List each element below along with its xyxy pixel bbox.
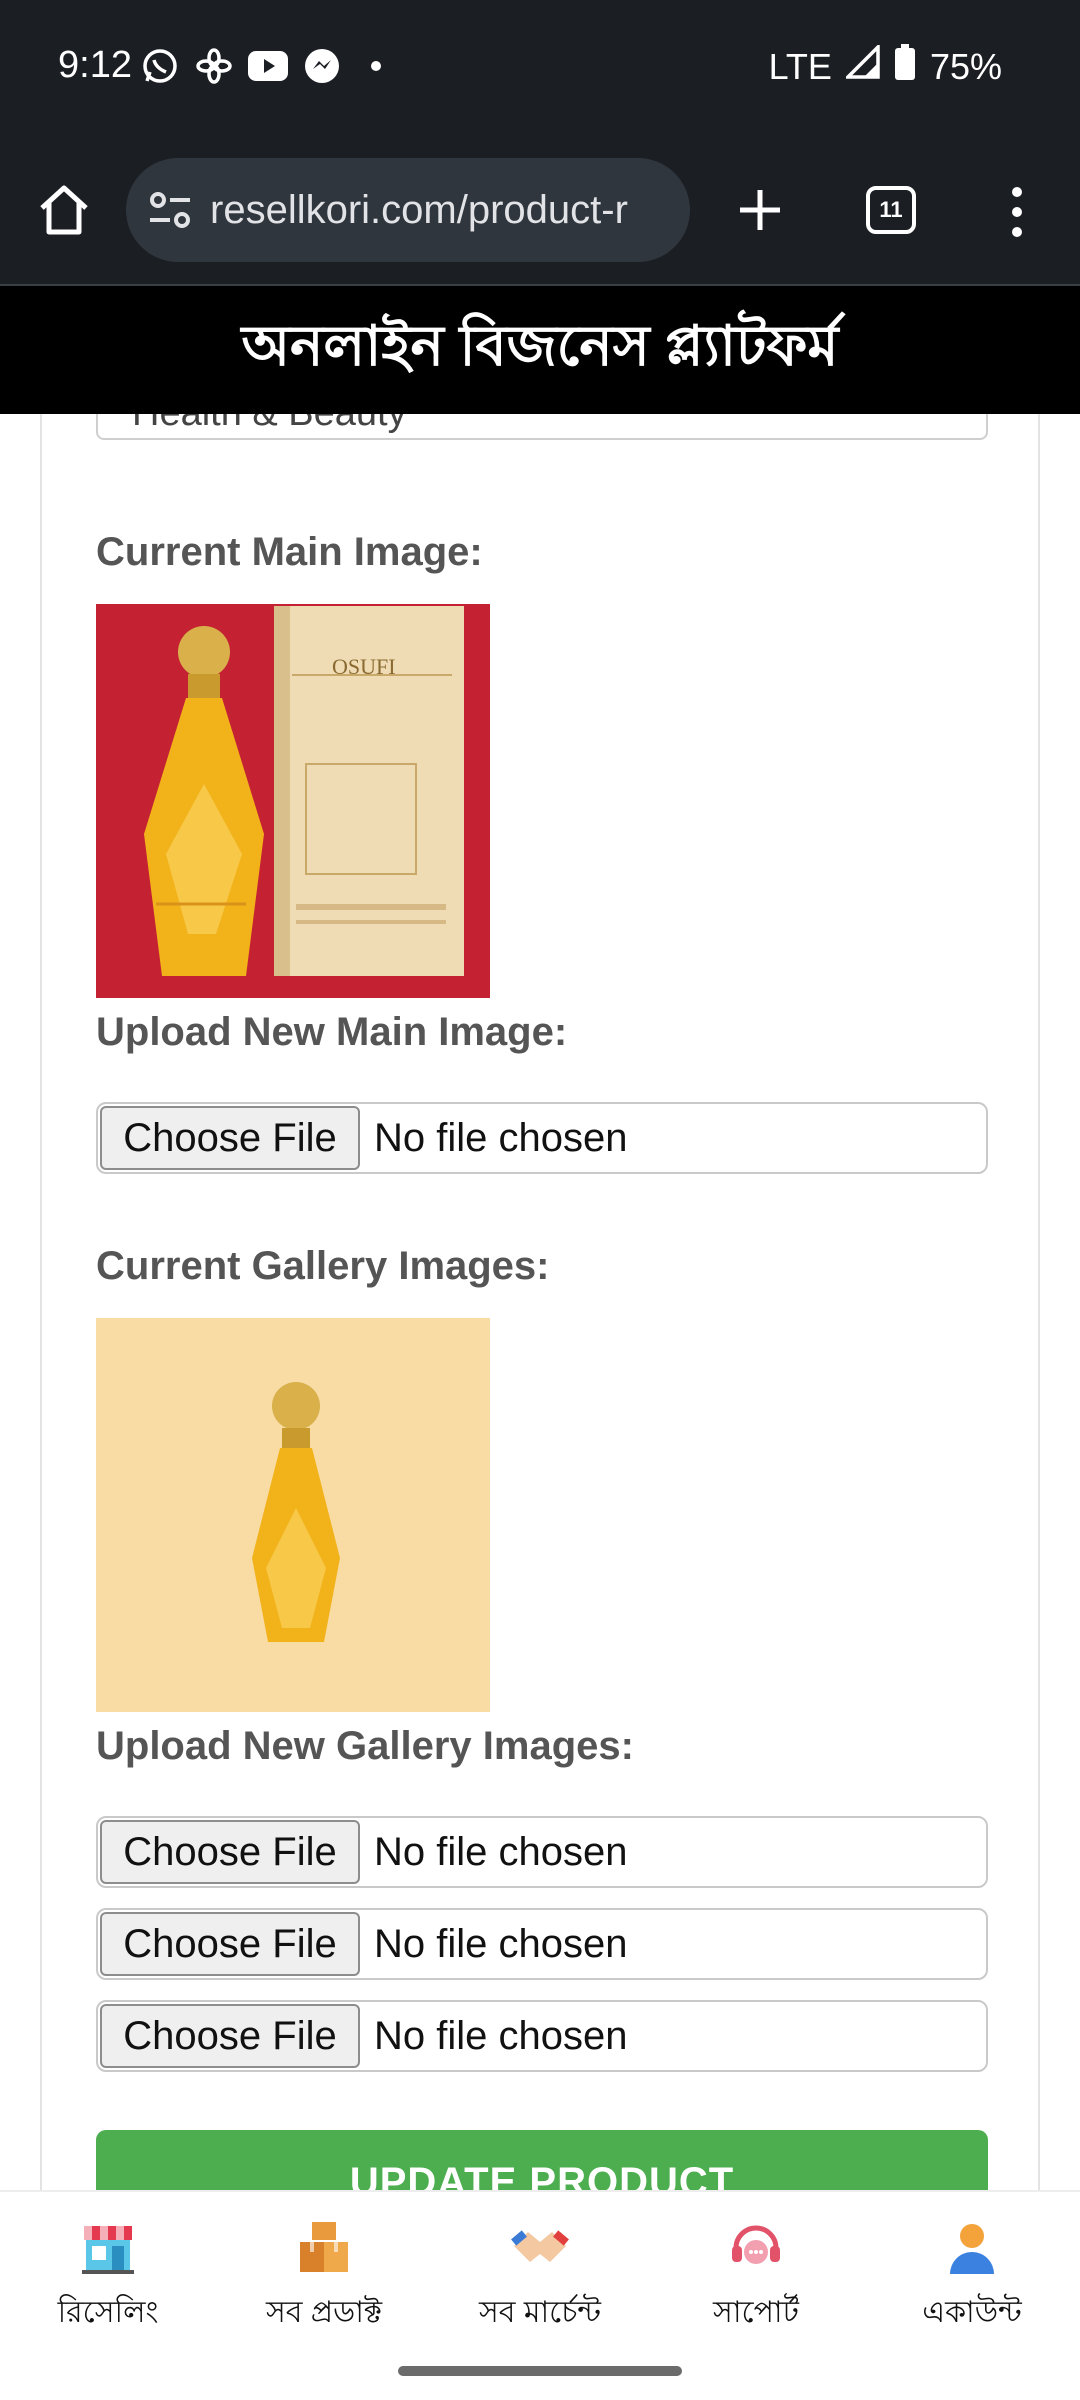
- more-menu-icon[interactable]: [1004, 184, 1030, 240]
- status-bar: 9:12 LTE 75%: [0, 0, 1080, 140]
- youtube-icon: [248, 46, 288, 86]
- site-header-title: অনলাইন বিজনেস প্ল্যাটফর্ম: [0, 286, 1080, 414]
- messenger-icon: [302, 46, 342, 86]
- handshake-icon: [510, 2218, 570, 2278]
- upload-gallery-images-label: Upload New Gallery Images:: [96, 1724, 634, 1768]
- screen: 9:12 LTE 75% resellkori.com/product-r 11…: [0, 0, 1080, 2400]
- site-settings-icon[interactable]: [148, 190, 192, 230]
- nav-label: সব প্রডাক্ট: [265, 2296, 383, 2329]
- nav-item-account[interactable]: একাউন্ট: [864, 2192, 1080, 2346]
- choose-file-button[interactable]: Choose File: [100, 2004, 360, 2068]
- product-brand-text: OSUFI: [332, 654, 396, 679]
- home-icon[interactable]: [34, 180, 94, 240]
- choose-file-button[interactable]: Choose File: [100, 1820, 360, 1884]
- nav-label: রিসেলিং: [57, 2296, 159, 2329]
- category-select[interactable]: Health & Beauty: [96, 414, 988, 440]
- nav-label: একাউন্ট: [922, 2296, 1022, 2329]
- current-gallery-image: [96, 1318, 490, 1712]
- choose-file-button[interactable]: Choose File: [100, 1106, 360, 1170]
- nav-item-all-merchants[interactable]: সব মার্চেন্ট: [432, 2192, 648, 2346]
- battery-percent: 75%: [929, 45, 1002, 87]
- file-status-text: No file chosen: [374, 1116, 628, 1160]
- gesture-bar: [0, 2346, 1080, 2400]
- gallery-file-input-2[interactable]: Choose File No file chosen: [96, 1908, 988, 1980]
- main-image-file-input[interactable]: Choose File No file chosen: [96, 1102, 988, 1174]
- shop-icon: [78, 2218, 138, 2278]
- nav-item-reselling[interactable]: রিসেলিং: [0, 2192, 216, 2346]
- file-status-text: No file chosen: [374, 1830, 628, 1874]
- nav-item-support[interactable]: সাপোর্ট: [648, 2192, 864, 2346]
- battery-icon: [894, 44, 916, 89]
- nav-label: সাপোর্ট: [713, 2296, 799, 2329]
- nav-label: সব মার্চেন্ট: [478, 2296, 602, 2329]
- current-gallery-images-label: Current Gallery Images:: [96, 1244, 550, 1288]
- status-time: 9:12: [58, 44, 132, 86]
- bottom-navigation: রিসেলিং সব প্রডাক্ট সব মার্চেন্ট সাপোর্ট…: [0, 2190, 1080, 2346]
- edit-product-form: Health & Beauty Current Main Image: OSUF…: [0, 414, 1080, 2190]
- current-main-image: OSUFI: [96, 604, 490, 998]
- choose-file-button[interactable]: Choose File: [100, 1912, 360, 1976]
- dot-icon: [356, 46, 396, 86]
- signal-icon: [843, 42, 880, 88]
- whatsapp-icon: [140, 46, 180, 86]
- upload-main-image-label: Upload New Main Image:: [96, 1010, 568, 1054]
- network-label: LTE: [768, 45, 832, 87]
- url-bar[interactable]: resellkori.com/product-r: [126, 158, 690, 262]
- new-tab-icon[interactable]: [730, 180, 790, 240]
- pinwheel-icon: [194, 46, 234, 86]
- account-icon: [942, 2218, 1002, 2278]
- home-gesture-pill[interactable]: [398, 2366, 682, 2376]
- boxes-icon: [294, 2218, 354, 2278]
- file-status-text: No file chosen: [374, 1922, 628, 1966]
- category-value: Health & Beauty: [132, 414, 407, 435]
- nav-item-all-products[interactable]: সব প্রডাক্ট: [216, 2192, 432, 2346]
- file-status-text: No file chosen: [374, 2014, 628, 2058]
- current-main-image-label: Current Main Image:: [96, 530, 483, 574]
- form-card: Health & Beauty Current Main Image: OSUF…: [40, 414, 1040, 2190]
- url-text: resellkori.com/product-r: [210, 188, 628, 232]
- support-icon: [726, 2218, 786, 2278]
- gallery-file-input-3[interactable]: Choose File No file chosen: [96, 2000, 988, 2072]
- tab-switcher-button[interactable]: 11: [866, 186, 916, 234]
- gallery-file-input-1[interactable]: Choose File No file chosen: [96, 1816, 988, 1888]
- browser-toolbar: resellkori.com/product-r 11: [0, 140, 1080, 286]
- update-product-button[interactable]: UPDATE PRODUCT: [96, 2130, 988, 2190]
